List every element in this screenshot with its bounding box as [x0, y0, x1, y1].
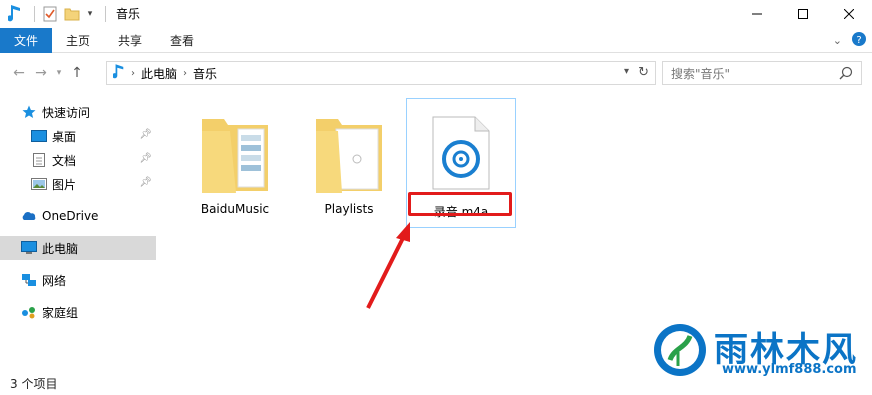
nav-item-onedrive[interactable]: OneDrive [0, 204, 156, 228]
tab-file[interactable]: 文件 [0, 27, 52, 53]
quick-access-toolbar: ▾ 音乐 [0, 0, 140, 27]
forward-button[interactable]: → [30, 61, 52, 85]
nav-item-label: 文档 [52, 153, 77, 168]
star-icon [20, 104, 38, 120]
breadcrumb-separator-icon: › [183, 67, 188, 79]
nav-item-label: 家庭组 [42, 305, 79, 320]
toolbar-divider [105, 5, 106, 22]
svg-text:?: ? [856, 35, 861, 46]
file-name: BaiduMusic [200, 202, 270, 216]
tab-view[interactable]: 查看 [156, 28, 208, 53]
pin-icon: 📌︎ [139, 129, 152, 140]
nav-item-documents[interactable]: 文档 📌︎ [0, 148, 156, 172]
file-name: Playlists [324, 202, 374, 216]
maximize-icon [798, 8, 808, 19]
forward-arrow-icon: → [35, 65, 47, 81]
chevron-down-icon: ▾ [56, 68, 62, 78]
close-icon [844, 8, 854, 19]
close-button[interactable] [826, 0, 872, 27]
highlight-box [408, 192, 512, 216]
window-title: 音乐 [116, 7, 141, 21]
up-arrow-icon: ↑ [71, 65, 83, 81]
nav-item-quick-access[interactable]: 快速访问 [0, 100, 156, 124]
watermark-logo: 雨林木风 www.ylmf888.com [652, 322, 872, 378]
address-bar[interactable]: › 此电脑 › 音乐 ▾ ↻ [106, 61, 656, 85]
toolbar-divider [34, 5, 35, 22]
groove-music-file-icon [421, 109, 501, 197]
nav-item-label: 网络 [42, 273, 67, 288]
refresh-icon[interactable]: ↻ [638, 65, 649, 80]
item-count: 3 个项目 [10, 377, 58, 391]
customize-toolbar-chevron-icon[interactable]: ▾ [85, 5, 95, 23]
breadcrumb-this-pc[interactable]: 此电脑 [141, 65, 177, 82]
cloud-icon [20, 208, 38, 224]
nav-item-label: 图片 [52, 177, 77, 192]
address-row: ← → ▾ ↑ › 此电脑 › 音乐 ▾ ↻ 搜索"音乐" [0, 56, 872, 90]
folder-icon [309, 108, 389, 196]
watermark-emblem-icon [654, 324, 706, 376]
nav-item-network[interactable]: 网络 [0, 268, 156, 292]
nav-item-label: 此电脑 [42, 241, 79, 256]
nav-item-label: OneDrive [42, 209, 99, 223]
nav-item-pictures[interactable]: 图片 📌︎ [0, 172, 156, 196]
document-icon [30, 152, 48, 168]
expand-ribbon-icon[interactable]: ⌄ [833, 34, 842, 47]
minimize-icon [752, 13, 762, 14]
search-icon [839, 66, 853, 83]
nav-item-label: 桌面 [52, 129, 77, 144]
nav-item-label: 快速访问 [42, 105, 91, 120]
address-history-dropdown-icon[interactable]: ▾ [624, 66, 629, 77]
folder-item-baidumusic[interactable]: BaiduMusic [180, 98, 290, 228]
new-folder-icon[interactable] [63, 5, 81, 23]
up-button[interactable]: ↑ [66, 61, 88, 85]
ribbon-tabs: 文件 主页 共享 查看 ⌄ ? [0, 27, 872, 53]
folder-item-playlists[interactable]: Playlists [294, 98, 404, 228]
folder-icon [195, 108, 275, 196]
pin-icon: 📌︎ [139, 153, 152, 164]
breadcrumb-separator-icon: › [131, 67, 135, 79]
back-button[interactable]: ← [8, 61, 30, 85]
nav-item-this-pc[interactable]: 此电脑 [0, 236, 156, 260]
breadcrumb-music[interactable]: 音乐 [193, 65, 217, 82]
tab-home[interactable]: 主页 [52, 28, 104, 53]
desktop-icon [30, 128, 48, 144]
music-note-icon [6, 4, 24, 23]
homegroup-icon [20, 304, 38, 320]
music-note-icon [112, 63, 125, 83]
maximize-button[interactable] [780, 0, 826, 27]
back-arrow-icon: ← [13, 65, 25, 81]
watermark-url: www.ylmf888.com [722, 362, 857, 377]
properties-icon[interactable] [41, 5, 59, 23]
nav-item-desktop[interactable]: 桌面 📌︎ [0, 124, 156, 148]
recent-locations-button[interactable]: ▾ [52, 61, 66, 85]
network-icon [20, 272, 38, 288]
computer-icon [20, 240, 38, 256]
help-icon[interactable]: ? [852, 32, 866, 49]
picture-icon [30, 176, 48, 192]
nav-item-homegroup[interactable]: 家庭组 [0, 300, 156, 324]
tab-share[interactable]: 共享 [104, 28, 156, 53]
title-bar: ▾ 音乐 [0, 0, 872, 27]
navigation-pane: 快速访问 桌面 📌︎ 文档 📌︎ 图片 📌︎ OneDrive 此电脑 网络 家… [0, 92, 156, 372]
pin-icon: 📌︎ [139, 177, 152, 188]
search-box[interactable]: 搜索"音乐" [662, 61, 862, 85]
minimize-button[interactable] [734, 0, 780, 27]
search-input[interactable]: 搜索"音乐" [671, 65, 730, 82]
